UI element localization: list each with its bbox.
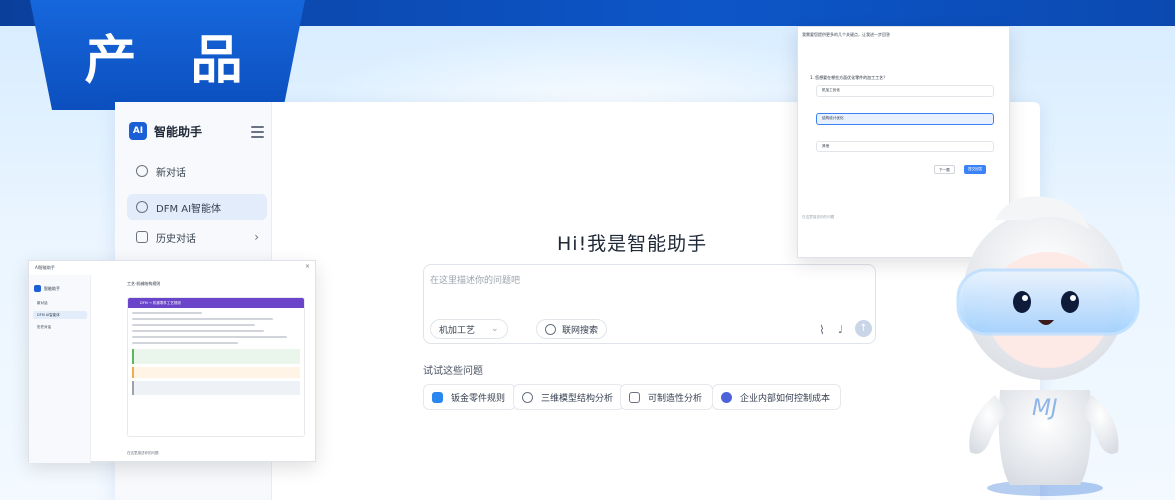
clarify-question: 1. 您想要在哪些方面优化零件的加工工艺？ <box>810 75 888 80</box>
highlight-box-green <box>132 349 300 364</box>
suggestion-manufacturability[interactable]: 可制造性分析 <box>620 384 714 410</box>
chat-icon <box>136 165 148 177</box>
brand-logo-icon: AI <box>129 122 147 140</box>
answer-card-header: DFM → 机械零件工艺规则 <box>128 298 304 308</box>
mascot-chest-logo: MJ <box>1032 396 1057 421</box>
sidebar-item-history[interactable]: 历史对话 <box>33 323 87 331</box>
assistant-message: 我需要您提供更多的几个关键点，让我进一步回答 <box>802 32 890 37</box>
suggestion-label: 可制造性分析 <box>648 393 703 404</box>
option-3[interactable]: 其他 <box>816 141 994 152</box>
text-line <box>132 312 203 314</box>
sidebar-item-new-chat[interactable]: 新对话 <box>127 158 267 184</box>
highlight-box-orange <box>132 367 300 378</box>
brand-logo-icon <box>34 285 41 292</box>
sidebar-item-label: 历史对话 <box>156 233 196 245</box>
chevron-down-icon: ⌄ <box>491 324 499 334</box>
hero-title: Hi!我是智能助手 <box>557 233 708 255</box>
chevron-right-icon: › <box>254 230 259 244</box>
text-line <box>132 324 256 326</box>
close-icon[interactable]: × <box>305 263 310 270</box>
text-line <box>132 318 273 320</box>
suggestion-label: 钣金零件规则 <box>451 393 506 404</box>
robot-icon <box>136 201 148 213</box>
next-button[interactable]: 下一题 <box>934 165 955 174</box>
banner-tab: 产 品 <box>30 0 305 110</box>
answer-card: DFM → 机械零件工艺规则 <box>127 297 305 437</box>
suggestions-title: 试试这些问题 <box>423 366 483 377</box>
chat-input-box[interactable]: 在这里描述你的问题吧 机加工艺 ⌄ 联网搜索 ⌇ ♩ ↑ <box>423 264 876 344</box>
brand-name: 智能助手 <box>154 124 203 139</box>
gear-icon <box>522 391 533 403</box>
suggestion-cost-control[interactable]: 企业内部如何控制成本 <box>712 384 842 410</box>
brand: AI 智能助手 <box>129 122 202 140</box>
window-title: AI智能助手 <box>35 265 55 270</box>
sidebar-item-label: 新对话 <box>156 167 186 179</box>
globe-icon <box>545 323 556 335</box>
mascot-illustration: MJ <box>956 196 1140 496</box>
text-line <box>132 330 264 332</box>
sidebar-item-new-chat[interactable]: 新对话 <box>33 299 87 307</box>
history-icon <box>136 231 148 243</box>
text-line <box>132 342 238 344</box>
web-search-toggle[interactable]: 联网搜索 <box>536 319 608 339</box>
option-2[interactable]: 结构设计优化 <box>816 113 994 125</box>
sidebar-item-history[interactable]: 历史对话 › <box>127 224 267 250</box>
input-placeholder[interactable]: 在这里描述你的问题 <box>802 215 834 220</box>
suggestion-label: 三维模型结构分析 <box>541 393 614 404</box>
text-line <box>132 336 287 338</box>
robot-icon <box>629 391 640 403</box>
sidebar: 智能助手 新对话 DFM AI智能体 历史对话 <box>29 275 91 463</box>
sidebar-item-dfm-agent[interactable]: DFM AI智能体 <box>33 311 87 319</box>
menu-toggle-icon[interactable] <box>251 126 264 141</box>
suggestion-3d-model[interactable]: 三维模型结构分析 <box>513 384 625 410</box>
brand-name: 智能助手 <box>44 285 60 291</box>
suggestion-label: 企业内部如何控制成本 <box>740 393 831 404</box>
preview-window-left: AI智能助手 × 智能助手 新对话 DFM AI智能体 历史对话 工艺·机械结构… <box>28 260 316 463</box>
highlight-box-gray <box>132 381 300 395</box>
banner-label: 产 品 <box>84 30 261 91</box>
mode-select[interactable]: 机加工艺 ⌄ <box>430 319 508 339</box>
send-button[interactable]: ↑ <box>855 320 872 337</box>
sheet-metal-icon <box>432 391 443 403</box>
microphone-icon[interactable]: ♩ <box>838 323 843 336</box>
option-1[interactable]: 机加工优化 <box>816 85 994 97</box>
suggestion-sheet-metal[interactable]: 钣金零件规则 <box>423 384 517 410</box>
chat-input-placeholder[interactable]: 在这里描述你的问题吧 <box>430 273 520 286</box>
option-title: 机加工优化 <box>822 88 840 92</box>
option-title: 其他 <box>822 144 830 148</box>
option-title: 结构设计优化 <box>822 116 844 120</box>
sparkle-icon <box>721 391 732 403</box>
sidebar-item-label: DFM AI智能体 <box>156 203 222 215</box>
sidebar-item-dfm-agent[interactable]: DFM AI智能体 <box>127 194 267 220</box>
user-question: 工艺·机械结构规则 <box>127 281 161 286</box>
mode-select-value: 机加工艺 <box>439 325 476 336</box>
submit-button[interactable]: 提交回答 <box>964 165 987 174</box>
web-search-label: 联网搜索 <box>562 325 599 336</box>
attachment-icon[interactable]: ⌇ <box>819 323 825 337</box>
input-placeholder[interactable]: 在这里描述你的问题 <box>127 451 159 456</box>
brand: 智能助手 <box>34 285 60 292</box>
